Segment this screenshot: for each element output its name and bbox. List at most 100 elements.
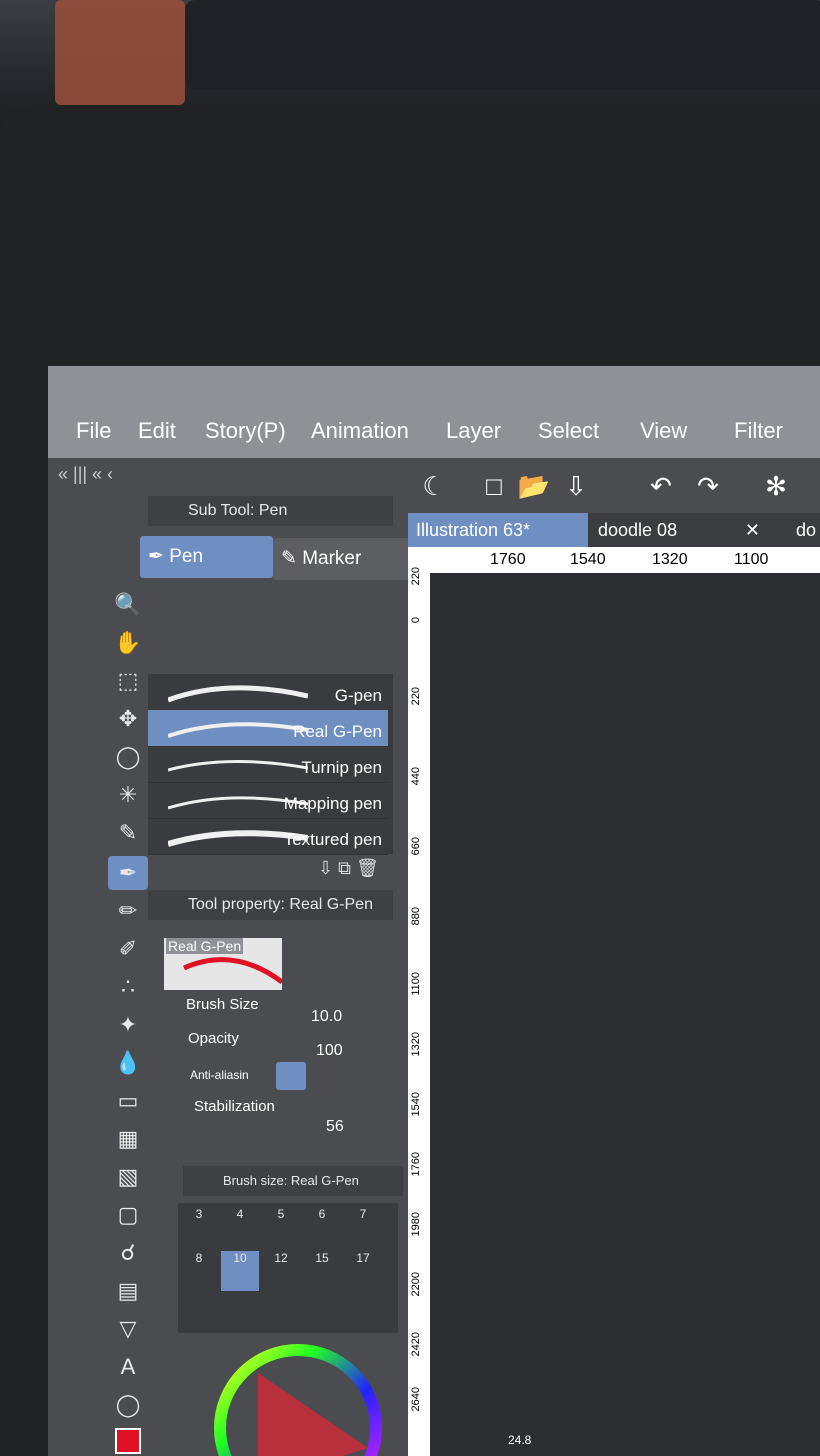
- brush-size-value[interactable]: 10.0: [311, 1008, 342, 1026]
- color-swatch-icon[interactable]: [108, 1428, 148, 1456]
- eraser-icon[interactable]: ▭: [108, 1084, 148, 1118]
- brush-size-label: Brush Size: [186, 996, 259, 1013]
- app-window: File Edit Story(P) Animation Layer Selec…: [48, 366, 820, 1456]
- antialias-label: Anti-aliasin: [190, 1068, 249, 1082]
- brush-size-header: Brush size: Real G-Pen: [183, 1166, 403, 1196]
- blend-tool-icon[interactable]: 💧: [108, 1046, 148, 1080]
- ruler-label: 0: [410, 617, 422, 624]
- ruler-label: 1760: [410, 1152, 422, 1177]
- size-option-selected[interactable]: 10: [221, 1251, 259, 1291]
- duplicate-icon[interactable]: ⧉: [338, 858, 351, 878]
- stabilization-label: Stabilization: [194, 1098, 275, 1115]
- red-stroke-preview: [182, 957, 282, 985]
- ruler-label: 660: [410, 837, 422, 856]
- ruler-label: 1320: [652, 551, 688, 568]
- delete-icon[interactable]: 🗑: [356, 858, 379, 878]
- brush-real-g-pen[interactable]: Real G-Pen: [148, 710, 388, 747]
- brush-tool-icon[interactable]: ✐: [108, 932, 148, 966]
- hand-tool-icon[interactable]: ✋: [108, 626, 148, 660]
- drawing-canvas[interactable]: [430, 573, 820, 1456]
- grid-tool-icon[interactable]: ▦: [108, 1122, 148, 1156]
- menu-view[interactable]: View: [640, 418, 687, 444]
- size-option[interactable]: 3: [180, 1207, 218, 1247]
- magic-wand-icon[interactable]: ✳: [108, 778, 148, 812]
- tab-partial[interactable]: do: [788, 513, 820, 547]
- opacity-value[interactable]: 100: [316, 1042, 343, 1060]
- menu-animation[interactable]: Animation: [311, 418, 409, 444]
- background-desk: [185, 0, 820, 90]
- ruler-tool-icon[interactable]: ▽: [108, 1312, 148, 1346]
- stroke-preview: [168, 685, 308, 703]
- brush-mapping-pen[interactable]: Mapping pen: [148, 782, 388, 819]
- move-tool-icon[interactable]: ✥: [108, 702, 148, 736]
- zoom-tool-icon[interactable]: 🔍: [108, 588, 148, 622]
- loading-icon[interactable]: ✻: [758, 468, 794, 504]
- tab-illustration-63[interactable]: Illustration 63*: [408, 513, 588, 547]
- ruler-top: 1760 1540 1320 1100: [430, 547, 820, 573]
- redo-icon[interactable]: ↷: [690, 468, 726, 504]
- ruler-label: 2420: [410, 1332, 422, 1357]
- balloon-icon[interactable]: ☌: [108, 1236, 148, 1270]
- size-option[interactable]: 4: [221, 1207, 259, 1247]
- size-option[interactable]: 15: [303, 1251, 341, 1291]
- brush-textured-pen[interactable]: Textured pen: [148, 818, 388, 855]
- comment-icon[interactable]: ◯: [108, 1388, 148, 1422]
- text-tool-icon[interactable]: A: [108, 1350, 148, 1384]
- tab-label: do: [796, 520, 817, 540]
- frame-tool-icon[interactable]: ▤: [108, 1274, 148, 1308]
- tab-marker[interactable]: ✎ Marker: [273, 538, 411, 580]
- stabilization-value[interactable]: 56: [326, 1118, 344, 1136]
- size-option[interactable]: 12: [262, 1251, 300, 1291]
- ruler-label: 1540: [570, 551, 606, 568]
- menu-select[interactable]: Select: [538, 418, 599, 444]
- undo-icon[interactable]: ↶: [643, 468, 679, 504]
- lasso-tool-icon[interactable]: ◯: [108, 740, 148, 774]
- size-option[interactable]: 5: [262, 1207, 300, 1247]
- new-file-icon[interactable]: □: [476, 468, 512, 504]
- collapse-icon[interactable]: « ||| « ‹: [58, 464, 113, 485]
- menu-story[interactable]: Story(P): [205, 418, 286, 444]
- decoration-icon[interactable]: ✦: [108, 1008, 148, 1042]
- tool-property-panel: Real G-Pen Brush Size 10.0 Opacity 100 A…: [148, 928, 393, 1148]
- menu-layer[interactable]: Layer: [446, 418, 501, 444]
- pen-tool-icon[interactable]: ✒: [108, 856, 148, 890]
- subtool-actions: ⇩ ⧉ 🗑: [318, 858, 379, 879]
- brush-g-pen[interactable]: G-pen: [148, 674, 388, 711]
- marker-icon: ✎: [281, 548, 303, 569]
- background-object: [55, 0, 185, 105]
- object-tool-icon[interactable]: ⬚: [108, 664, 148, 698]
- eyedropper-icon[interactable]: ✎: [108, 816, 148, 850]
- brush-turnip-pen[interactable]: Turnip pen: [148, 746, 388, 783]
- menu-file[interactable]: File: [76, 418, 111, 444]
- tab-label: doodle 08: [598, 520, 678, 540]
- tab-pen[interactable]: ✒ Pen: [140, 536, 273, 578]
- airbrush-icon[interactable]: ∴: [108, 970, 148, 1004]
- size-option[interactable]: 17: [344, 1251, 382, 1291]
- antialias-option[interactable]: [276, 1062, 306, 1090]
- stroke-preview: [168, 722, 308, 738]
- ruler-label: 1980: [410, 1212, 422, 1237]
- tab-doodle-08[interactable]: doodle 08 ✕: [590, 513, 768, 547]
- fill-tool-icon[interactable]: ▧: [108, 1160, 148, 1194]
- menu-filter[interactable]: Filter: [734, 418, 783, 444]
- ruler-label: 1100: [734, 551, 769, 568]
- zoom-value[interactable]: 24.8: [508, 1433, 531, 1447]
- open-file-icon[interactable]: 📂: [516, 468, 552, 504]
- app-logo-icon[interactable]: ☾: [416, 468, 452, 504]
- close-icon[interactable]: ✕: [745, 513, 760, 547]
- import-icon[interactable]: ⇩: [318, 858, 333, 878]
- size-option[interactable]: 7: [344, 1207, 382, 1247]
- ruler-label: 2640: [410, 1387, 422, 1412]
- tool-palette: 🔍 ✋ ⬚ ✥ ◯ ✳ ✎ ✒ ✏ ✐ ∴ ✦ 💧 ▭ ▦ ▧ ▢ ☌ ▤ ▽ …: [108, 588, 148, 1456]
- brush-name: Textured pen: [283, 830, 382, 849]
- color-wheel[interactable]: [198, 1343, 398, 1456]
- pencil-tool-icon[interactable]: ✏: [108, 894, 148, 928]
- color-triangle[interactable]: [258, 1373, 368, 1456]
- menu-edit[interactable]: Edit: [138, 418, 176, 444]
- save-icon[interactable]: ⇩: [558, 468, 594, 504]
- ruler-label: 220: [410, 567, 422, 586]
- size-option[interactable]: 6: [303, 1207, 341, 1247]
- size-option[interactable]: 8: [180, 1251, 218, 1291]
- brush-size-grid: 3 4 5 6 7 8 10 12 15 17: [178, 1203, 398, 1333]
- shape-tool-icon[interactable]: ▢: [108, 1198, 148, 1232]
